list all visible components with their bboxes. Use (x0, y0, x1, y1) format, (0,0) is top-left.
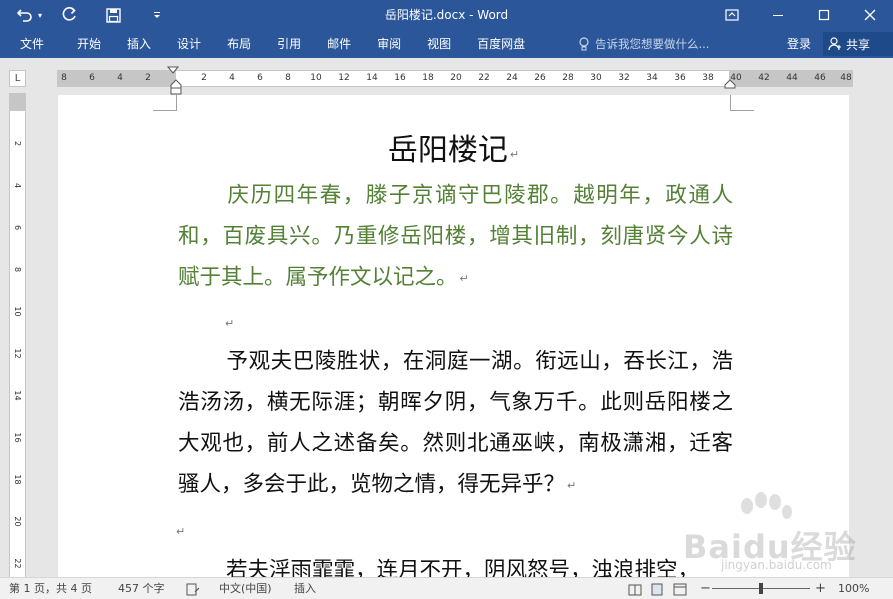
tell-me-search[interactable]: 告诉我您想要做什么... (578, 30, 709, 58)
document-title-text: 岳阳楼记 (387, 133, 508, 168)
ruler-tick: 34 (646, 73, 658, 83)
zoom-level[interactable]: 100% (838, 578, 869, 599)
ruler-tick: 44 (786, 73, 798, 83)
zoom-out-button[interactable]: − (700, 578, 711, 599)
ruler-tick: 24 (506, 73, 518, 83)
tab-review[interactable]: 审阅 (364, 30, 414, 58)
ruler-tick: 10 (13, 306, 22, 317)
ruler-tick: 26 (534, 73, 546, 83)
crop-mark-top-left (153, 95, 177, 111)
ruler-tick: 32 (618, 73, 630, 83)
paragraph-1[interactable]: 庆历四年春，滕子京谪守巴陵郡。越明年，政通人和，百废具兴。乃重修岳阳楼，增其旧制… (178, 175, 733, 299)
tell-me-placeholder: 告诉我您想要做什么... (595, 37, 710, 51)
page-count-status[interactable]: 第 1 页，共 4 页 (9, 578, 92, 599)
web-layout-icon[interactable] (673, 582, 687, 599)
paragraph-3-text: 若夫淫雨霏霏，连月不开，阴风怒号，浊浪排空， (226, 558, 700, 577)
ruler-tick: 4 (13, 182, 22, 189)
empty-paragraph-mark: ↵ (225, 317, 235, 330)
tab-stop-selector[interactable]: L (9, 70, 26, 87)
person-icon (828, 37, 841, 51)
ruler-tick: 22 (13, 558, 22, 569)
ruler-tick: 2 (201, 73, 207, 83)
proofing-icon[interactable] (186, 582, 200, 599)
tab-home[interactable]: 开始 (64, 30, 114, 58)
tab-baidu-netdisk[interactable]: 百度网盘 (464, 30, 538, 58)
paragraph-3[interactable]: 若夫淫雨霏霏，连月不开，阴风怒号，浊浪排空， (178, 550, 733, 577)
paragraph-2[interactable]: 予观夫巴陵胜状，在洞庭一湖。衔远山，吞长江，浩浩汤汤，横无际涯；朝晖夕阴，气象万… (178, 341, 733, 506)
window-controls (709, 0, 893, 30)
ruler-tick: 46 (814, 73, 826, 83)
right-indent-marker[interactable] (724, 79, 736, 89)
ruler-tick: 6 (89, 73, 95, 83)
ribbon-tab-bar: 文件 开始 插入 设计 布局 引用 邮件 审阅 视图 百度网盘 告诉我您想要做什… (0, 30, 893, 58)
horizontal-ruler-area: L 8 6 4 2 2 4 6 8 10 12 14 16 18 20 22 2… (0, 58, 893, 98)
hanging-indent-marker[interactable] (170, 79, 182, 95)
tab-file[interactable]: 文件 (0, 30, 64, 58)
language-status[interactable]: 中文(中国) (219, 578, 272, 599)
lightbulb-icon (579, 37, 589, 51)
ruler-tick: 20 (13, 516, 22, 527)
top-margin-shade (10, 93, 25, 111)
ruler-tick: 8 (13, 266, 22, 273)
ruler-tick: 36 (674, 73, 686, 83)
paragraph-2-text: 予观夫巴陵胜状，在洞庭一湖。衔远山，吞长江，浩浩汤汤，横无际涯；朝晖夕阴，气象万… (178, 349, 733, 497)
ruler-tick: 8 (61, 73, 67, 83)
tab-layout[interactable]: 布局 (214, 30, 264, 58)
ruler-tick: 22 (478, 73, 490, 83)
document-page[interactable]: 岳阳楼记 ↵ 庆历四年春，滕子京谪守巴陵郡。越明年，政通人和，百废具兴。乃重修岳阳… (58, 95, 849, 577)
tab-mailings[interactable]: 邮件 (314, 30, 364, 58)
empty-paragraph-mark: ↵ (176, 525, 186, 538)
first-line-indent-marker[interactable] (167, 66, 179, 74)
maximize-icon[interactable] (801, 0, 847, 30)
login-button[interactable]: 登录 (787, 30, 811, 58)
paragraph-mark: ↵ (509, 148, 520, 161)
ruler-tick: 10 (310, 73, 322, 83)
ruler-tick: 16 (13, 432, 22, 443)
share-label: 共享 (846, 37, 871, 52)
ruler-tick: 38 (702, 73, 714, 83)
vertical-ruler[interactable]: 2 4 6 8 10 12 14 16 18 20 22 (9, 93, 26, 577)
ruler-tick: 8 (285, 73, 291, 83)
ruler-tick: 4 (117, 73, 123, 83)
read-mode-icon[interactable] (628, 582, 642, 599)
tab-view[interactable]: 视图 (414, 30, 464, 58)
ruler-tick: 2 (145, 73, 151, 83)
share-button[interactable]: 共享 (823, 32, 893, 56)
paragraph-1-text: 庆历四年春，滕子京谪守巴陵郡。越明年，政通人和，百废具兴。乃重修岳阳楼，增其旧制… (178, 183, 733, 290)
ruler-tick: 16 (394, 73, 406, 83)
crop-mark-top-right (730, 95, 754, 111)
paragraph-mark: ↵ (459, 272, 469, 285)
ruler-tick: 14 (366, 73, 378, 83)
zoom-in-button[interactable]: + (815, 578, 826, 599)
paragraph-mark: ↵ (567, 479, 577, 492)
ruler-tick: 6 (257, 73, 263, 83)
document-title[interactable]: 岳阳楼记 ↵ (58, 125, 849, 169)
close-icon[interactable] (847, 0, 893, 30)
ruler-tick: 12 (13, 348, 22, 359)
word-count-status[interactable]: 457 个字 (118, 578, 165, 599)
ruler-tick: 14 (13, 390, 22, 401)
zoom-slider-thumb[interactable] (759, 583, 763, 594)
tab-design[interactable]: 设计 (164, 30, 214, 58)
print-layout-icon[interactable] (651, 582, 663, 599)
minimize-icon[interactable] (755, 0, 801, 30)
ruler-tick: 4 (229, 73, 235, 83)
ruler-tick: 20 (450, 73, 462, 83)
tab-insert[interactable]: 插入 (114, 30, 164, 58)
ruler-tick: 2 (13, 140, 22, 147)
ruler-tick: 12 (338, 73, 350, 83)
ribbon-display-options-icon[interactable] (709, 0, 755, 30)
ruler-tick: 18 (422, 73, 434, 83)
tab-references[interactable]: 引用 (264, 30, 314, 58)
ruler-tick: 48 (840, 73, 852, 83)
title-bar: ▾ 岳阳楼记.docx - Word (0, 0, 893, 30)
insert-mode-status[interactable]: 插入 (294, 578, 316, 599)
ruler-tick: 18 (13, 474, 22, 485)
ruler-tick: 6 (13, 224, 22, 231)
ruler-tick: 28 (562, 73, 574, 83)
status-bar: 第 1 页，共 4 页 457 个字 中文(中国) 插入 − + 100% (0, 577, 893, 599)
ribbon-tabs: 文件 开始 插入 设计 布局 引用 邮件 审阅 视图 百度网盘 (0, 30, 538, 58)
ruler-tick: 42 (758, 73, 770, 83)
ruler-tick: 30 (590, 73, 602, 83)
